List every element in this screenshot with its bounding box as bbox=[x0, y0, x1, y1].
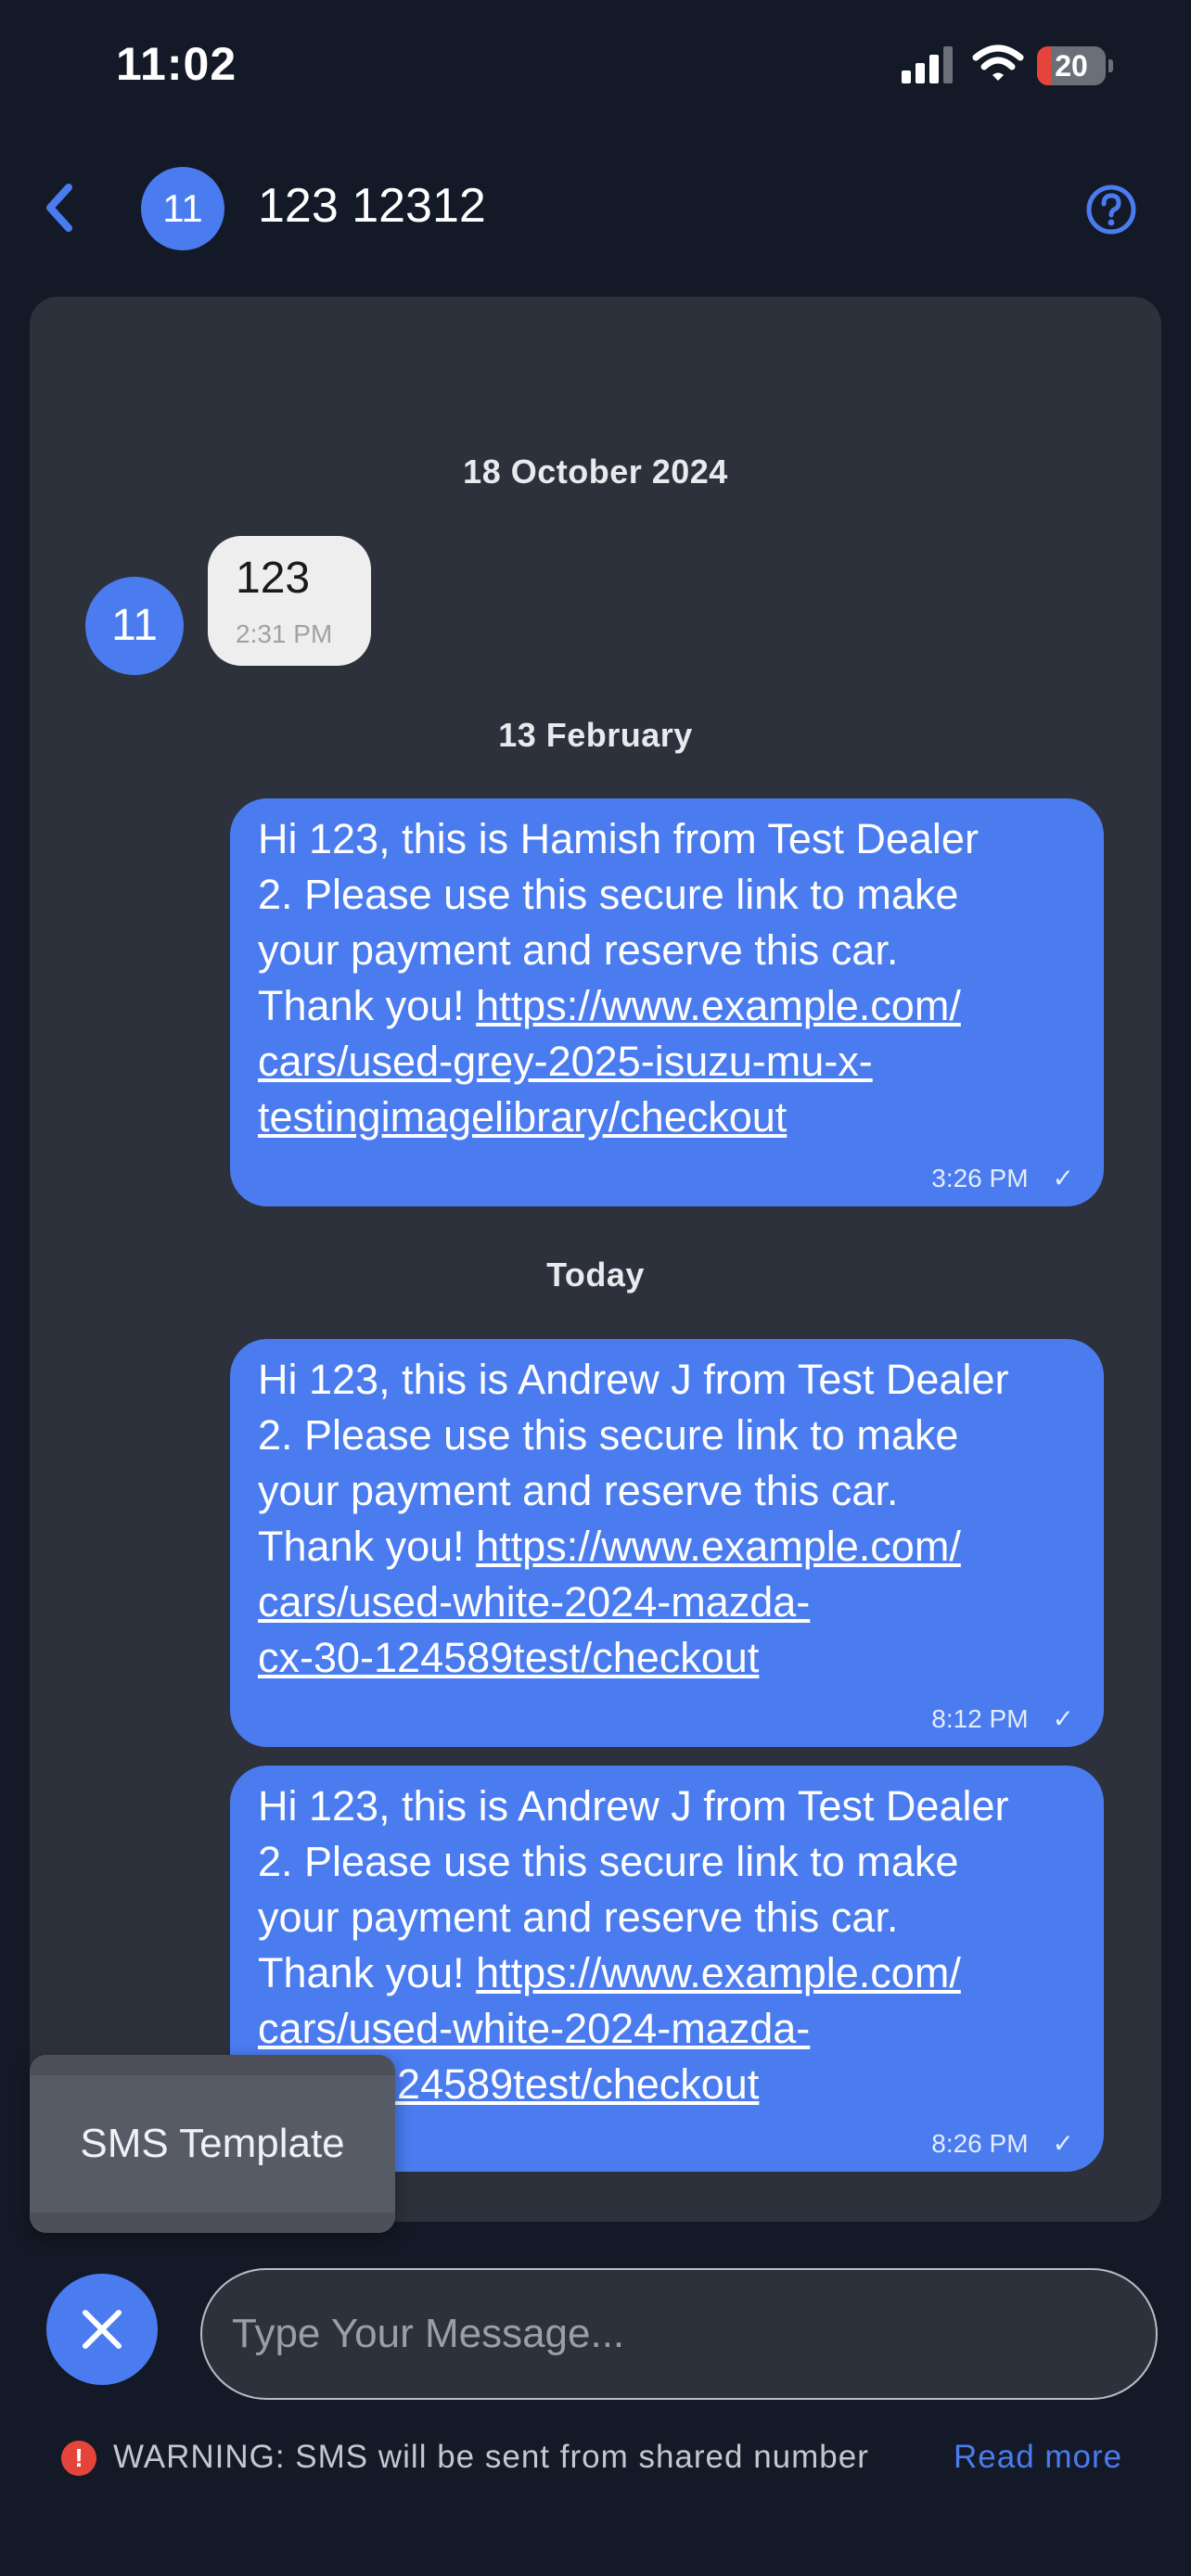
status-time: 11:02 bbox=[116, 38, 237, 90]
contact-name: 123 12312 bbox=[258, 179, 486, 233]
message-meta: 3:26 PM ✓ bbox=[931, 1163, 1074, 1193]
signal-icon bbox=[902, 46, 953, 83]
contact-avatar: 11 bbox=[141, 167, 224, 250]
date-separator: 18 October 2024 bbox=[463, 453, 728, 491]
date-separator: 13 February bbox=[498, 716, 693, 754]
close-icon bbox=[83, 2310, 122, 2349]
message-input[interactable] bbox=[200, 2268, 1158, 2400]
message-time: 8:12 PM bbox=[931, 1704, 1029, 1733]
message-time: 2:31 PM bbox=[236, 619, 333, 648]
question-circle-icon[interactable] bbox=[1083, 182, 1139, 237]
outgoing-message[interactable]: Hi 123, this is Andrew J from Test Deale… bbox=[230, 1339, 1104, 1747]
date-separator: Today bbox=[546, 1256, 645, 1294]
template-menu: SMS Template bbox=[30, 2055, 395, 2233]
outgoing-message[interactable]: Hi 123, this is Hamish from Test Dealer … bbox=[230, 798, 1104, 1206]
message-body: Hi 123, this is Andrew J from Test Deale… bbox=[258, 1352, 1083, 1686]
menu-divider bbox=[30, 2055, 395, 2075]
message-body: Hi 123, this is Hamish from Test Dealer … bbox=[258, 811, 1083, 1145]
chevron-left-icon[interactable] bbox=[37, 180, 83, 236]
menu-divider bbox=[30, 2213, 395, 2233]
battery-cap bbox=[1108, 59, 1113, 72]
wifi-icon bbox=[972, 45, 1024, 81]
message-text: 123 bbox=[236, 554, 311, 603]
delivered-check-icon: ✓ bbox=[1052, 1704, 1074, 1733]
battery-level: 20 bbox=[1055, 49, 1088, 83]
delivered-check-icon: ✓ bbox=[1052, 2129, 1074, 2158]
message-meta: 8:12 PM ✓ bbox=[931, 1703, 1074, 1734]
read-more-link[interactable]: Read more bbox=[954, 2439, 1122, 2476]
status-bar: 11:02 20 bbox=[0, 0, 1191, 139]
message-meta: 8:26 PM ✓ bbox=[931, 2128, 1074, 2159]
battery-icon: 20 bbox=[1037, 46, 1113, 85]
close-button[interactable] bbox=[46, 2274, 158, 2385]
battery-body: 20 bbox=[1037, 46, 1106, 85]
sms-template-option[interactable]: SMS Template bbox=[30, 2075, 395, 2213]
warning-text: WARNING: SMS will be sent from shared nu… bbox=[113, 2439, 869, 2475]
message-time: 3:26 PM bbox=[931, 1164, 1029, 1192]
delivered-check-icon: ✓ bbox=[1052, 1164, 1074, 1192]
exclamation-circle-icon: ! bbox=[61, 2441, 96, 2476]
message-time: 8:26 PM bbox=[931, 2129, 1029, 2158]
sender-avatar: 11 bbox=[85, 577, 184, 675]
message-thread[interactable]: 18 October 2024 11 123 2:31 PM 13 Februa… bbox=[30, 297, 1161, 2222]
conversation-header: 11 123 12312 bbox=[0, 158, 1191, 260]
incoming-message[interactable]: 123 2:31 PM bbox=[208, 536, 371, 666]
